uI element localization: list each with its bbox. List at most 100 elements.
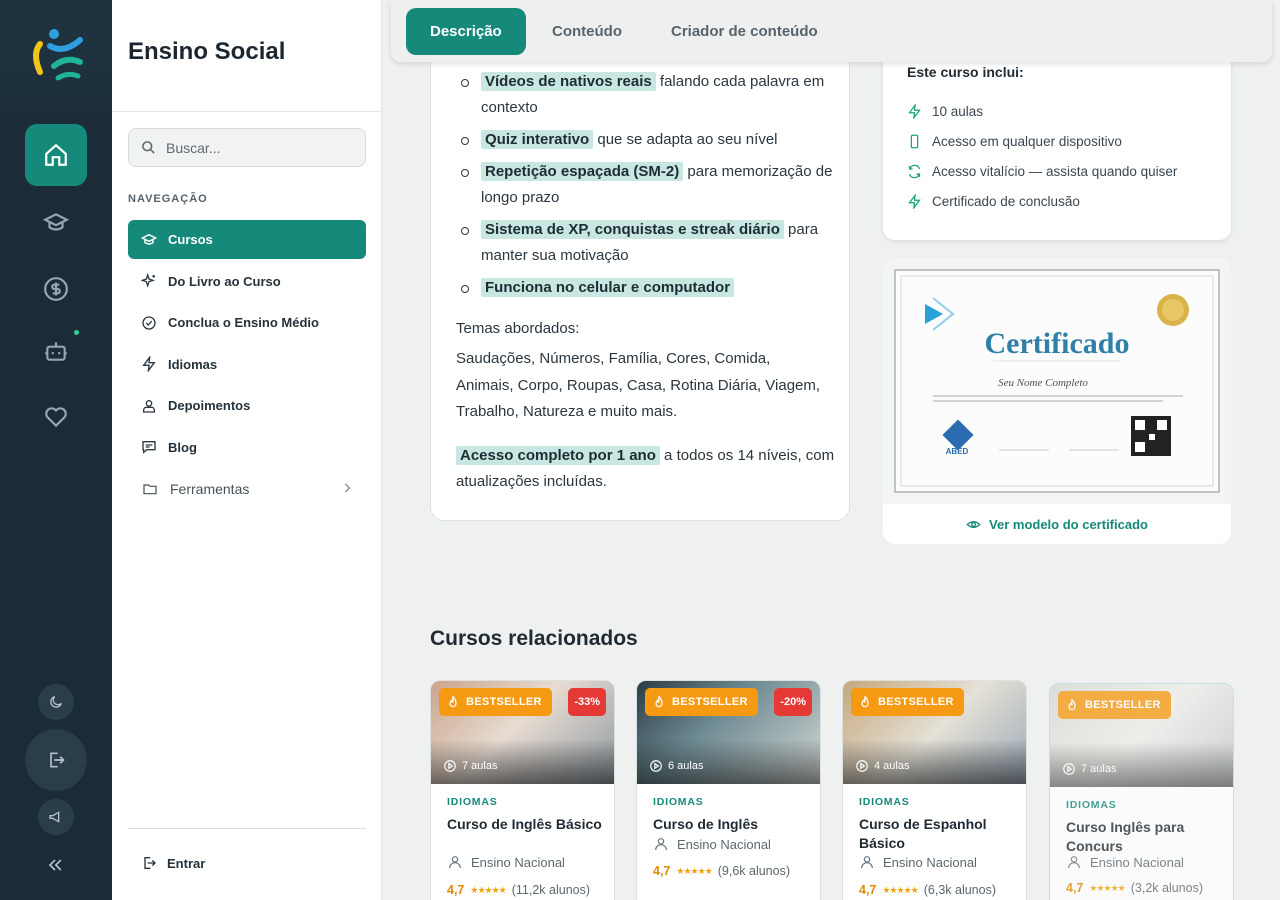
feature-list: Vídeos de nativos reais falando cada pal… [456,69,836,307]
lessons-count: 7 aulas [443,759,497,773]
sidebar-item-depoimentos[interactable]: Depoimentos [128,386,366,425]
list-item: Acesso vitalício — assista quando quiser [907,156,1177,186]
collapse-rail-button[interactable] [45,855,65,880]
badge-label: BESTSELLER [878,696,954,708]
course-tabs: Descrição Conteúdo Criador de conteúdo [391,0,1272,62]
sparkles-icon [141,273,156,288]
sidebar-item-ferramentas[interactable]: Ferramentas [128,469,366,508]
list-item: Acesso em qualquer dispositivo [907,126,1177,156]
view-certificate-link[interactable]: Ver modelo do certificado [883,505,1231,544]
list-item: Sistema de XP, conquistas e streak diári… [456,217,836,269]
play-icon [1063,763,1075,775]
course-card[interactable]: BESTSELLER -33% 7 aulas IDIOMAS Curso de… [430,680,615,900]
lightning-icon [908,103,921,119]
course-author: Ensino Nacional [447,854,565,870]
author-label: Ensino Nacional [471,854,565,870]
sidebar-item-blog[interactable]: Blog [128,428,366,467]
eye-icon [966,521,981,528]
course-rating: 4,7 ★★★★★ (11,2k alunos) [447,883,590,897]
access-text: Acesso completo por 1 ano a todos os 14 … [456,443,836,495]
certificate-card: Certificado Seu Nome Completo ABED Ver m… [883,258,1231,544]
login-label: Entrar [167,855,206,871]
nav-list: Cursos Do Livro ao Curso Conclua o Ensin… [128,220,366,511]
play-icon [444,760,456,772]
user-icon [655,838,667,851]
tab-conteudo[interactable]: Conteúdo [528,8,646,55]
rail-courses-button[interactable] [25,192,87,254]
course-card[interactable]: BESTSELLER 7 aulas IDIOMAS Curso Inglês … [1049,683,1234,900]
course-card[interactable]: BESTSELLER -20% 6 aulas IDIOMAS Curso de… [636,680,821,900]
sidebar-item-livro-ao-curso[interactable]: Do Livro ao Curso [128,262,366,301]
sidebar-item-label: Conclua o Ensino Médio [168,315,319,330]
login-icon [144,857,156,869]
search-input[interactable]: Buscar... [128,128,366,167]
bestseller-badge: BESTSELLER [645,688,758,716]
play-icon [650,760,662,772]
sidebar-item-ensino-medio[interactable]: Conclua o Ensino Médio [128,303,366,342]
course-author: Ensino Nacional [653,836,771,852]
user-icon [1068,856,1080,869]
rail-home-button[interactable] [25,124,87,186]
online-dot [74,330,79,335]
lessons-label: 4 aulas [874,760,910,772]
course-author: Ensino Nacional [859,854,977,870]
course-rating: 4,7 ★★★★★ (6,3k alunos) [859,883,996,897]
rail-assistant-button[interactable] [25,320,87,382]
sidebar-item-label: Depoimentos [168,398,251,413]
rail-pricing-button[interactable] [25,258,87,320]
list-item: Funciona no celular e computador [456,275,836,301]
sidebar-item-cursos[interactable]: Cursos [128,220,366,259]
brand-title: Ensino Social [128,38,286,65]
topics-label: Temas abordados: [456,320,580,337]
folder-icon [143,483,157,494]
sidebar-item-label: Idiomas [168,356,218,372]
rating-value: 4,7 [653,864,671,878]
list-item: 10 aulas [907,96,1177,126]
lightning-icon [142,356,156,372]
home-icon [45,143,67,166]
related-courses-title: Cursos relacionados [430,627,638,650]
highlight-text: Sistema de XP, conquistas e streak diári… [481,220,784,239]
nav-section-title: NAVEGAÇÃO [128,193,208,205]
students-count: (3,2k alunos) [1130,881,1203,895]
certificate-preview[interactable]: Certificado Seu Nome Completo ABED [883,258,1231,504]
highlight-text: Quiz interativo [481,130,594,149]
announcements-button[interactable] [38,799,74,835]
graduation-cap-icon [141,233,157,245]
includes-list: 10 aulas Acesso em qualquer dispositivo … [907,96,1177,216]
logo[interactable] [0,0,112,112]
list-item: Certificado de conclusão [907,186,1177,216]
search-icon [142,141,155,154]
lessons-label: 7 aulas [462,760,498,772]
phone-icon [910,134,919,148]
divider [128,828,366,829]
lessons-count: 4 aulas [855,759,909,773]
course-category: IDIOMAS [859,796,910,808]
list-item: Quiz interativo que se adapta ao seu nív… [456,127,836,153]
play-icon [856,760,868,772]
tab-descricao[interactable]: Descrição [406,8,526,55]
sidebar: Ensino Social Buscar... NAVEGAÇÃO Cursos… [112,0,382,900]
theme-toggle-button[interactable] [38,684,74,720]
user-icon [449,856,461,869]
rail-favorites-button[interactable] [25,386,87,448]
login-button[interactable]: Entrar [141,855,205,871]
lightning-icon [908,193,921,209]
highlight-text: Vídeos de nativos reais [481,72,656,91]
lessons-label: 7 aulas [1081,763,1117,775]
include-label: Certificado de conclusão [932,193,1080,209]
course-category: IDIOMAS [447,796,498,808]
rail-logout-button[interactable] [25,729,87,791]
message-icon [142,441,156,454]
tab-criador[interactable]: Criador de conteúdo [647,8,842,55]
list-item: Vídeos de nativos reais falando cada pal… [456,69,836,121]
lessons-count: 6 aulas [649,759,703,773]
rating-value: 4,7 [1066,881,1084,895]
rating-value: 4,7 [447,883,465,897]
course-card[interactable]: BESTSELLER 4 aulas IDIOMAS Curso de Espa… [842,680,1027,900]
discount-badge: -20% [774,688,812,716]
include-label: Acesso em qualquer dispositivo [932,133,1122,149]
sidebar-item-idiomas[interactable]: Idiomas [128,345,366,384]
user-icon [861,856,873,869]
fire-icon [1068,698,1076,711]
